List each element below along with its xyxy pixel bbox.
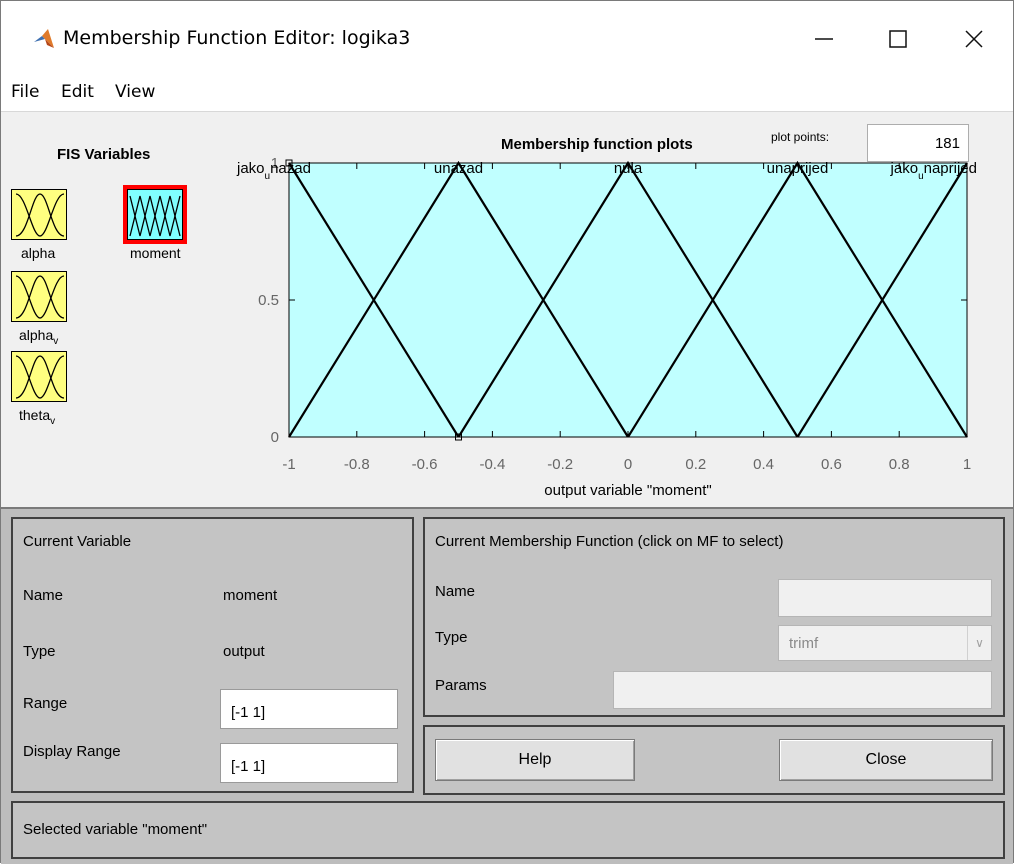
mf-label-main: nula [614, 160, 643, 177]
x-tick-label: -1 [282, 456, 295, 473]
x-tick-label: -0.2 [547, 456, 573, 473]
output-variable-moment[interactable] [123, 185, 187, 244]
window-title: Membership Function Editor: logika3 [63, 27, 411, 49]
menu-view[interactable]: View [115, 82, 155, 102]
range-label: Range [23, 695, 68, 712]
mf-label-main: jako [236, 160, 265, 177]
current-variable-panel: Current Variable Name moment Type output… [11, 517, 414, 793]
x-tick-label: 0.4 [753, 456, 774, 473]
input-variable-alpha-label: alpha [21, 245, 56, 261]
membership-shape-icon [15, 193, 65, 237]
membership-shape-icon [15, 275, 65, 319]
mf-type-select[interactable]: trimf ∨ [778, 625, 992, 661]
output-variable-moment-label: moment [130, 245, 181, 261]
matlab-logo-icon [34, 29, 54, 48]
display-range-label: Display Range [23, 743, 121, 760]
mf-params-input[interactable] [613, 671, 992, 709]
variable-type-value: output [223, 643, 265, 660]
mf-name-label: Name [435, 583, 476, 600]
y-tick-label: 0 [271, 429, 279, 446]
x-tick-label: 0 [624, 456, 632, 473]
mf-label-tail: naprijed [924, 160, 977, 177]
minimize-icon [815, 38, 833, 40]
x-tick-label: 0.2 [685, 456, 706, 473]
plot-points-label: plot points: [771, 130, 830, 144]
x-axis-label: output variable "moment" [544, 482, 711, 499]
input-variable-alpha-v[interactable] [11, 271, 67, 322]
current-mf-panel: Current Membership Function (click on MF… [423, 517, 1005, 717]
variable-name-value: moment [223, 587, 278, 604]
status-text: Selected variable "moment" [23, 821, 208, 838]
x-tick-label: 0.8 [889, 456, 910, 473]
x-tick-label: -0.6 [412, 456, 438, 473]
buttons-panel: Help Close [423, 725, 1005, 795]
display-range-input[interactable]: [-1 1] [220, 743, 398, 783]
input-variable-theta-v-label: thetav [19, 407, 56, 427]
membership-function-editor-window: Membership Function Editor: logika3 File… [0, 0, 1014, 864]
minimize-button[interactable] [801, 15, 847, 63]
current-mf-title: Current Membership Function (click on MF… [435, 533, 784, 550]
status-panel: Selected variable "moment" [11, 801, 1005, 859]
mf-label-main: jako [890, 160, 919, 177]
input-variable-alpha-v-label: alphav [19, 327, 59, 347]
mf-params-label: Params [435, 677, 487, 694]
mf-type-value: trimf [789, 635, 819, 652]
plot-area: FIS Variables alpha moment alphav thetav… [1, 113, 1013, 507]
input-variable-alpha[interactable] [11, 189, 67, 240]
maximize-icon [889, 30, 907, 48]
close-icon [965, 30, 983, 48]
x-tick-label: -0.4 [479, 456, 505, 473]
title-bar: Membership Function Editor: logika3 [1, 1, 1013, 75]
close-window-button[interactable] [951, 15, 997, 63]
control-panel-area: Current Variable Name moment Type output… [1, 507, 1013, 864]
variable-name-label: Name [23, 587, 64, 604]
mf-label-main: unaprijed [767, 160, 829, 177]
menu-edit[interactable]: Edit [61, 82, 94, 102]
mf-label-tail: nazad [270, 160, 311, 177]
current-variable-title: Current Variable [23, 533, 132, 550]
x-tick-label: 1 [963, 456, 971, 473]
menu-file[interactable]: File [11, 82, 39, 102]
membership-shape-icon [15, 355, 65, 399]
membership-function-plot[interactable]: -1 -0.8 -0.6 -0.4 -0.2 0 0.2 0.4 0.6 0.8 100.51jak… [229, 143, 989, 509]
plot-background [288, 162, 968, 438]
triangle-mf-icon [129, 195, 181, 237]
maximize-button[interactable] [875, 15, 921, 63]
mf-label-3: unaprijed [767, 160, 829, 177]
chevron-down-icon: ∨ [967, 626, 991, 660]
variable-type-label: Type [23, 643, 56, 660]
y-tick-label: 0.5 [258, 292, 279, 309]
range-input[interactable]: [-1 1] [220, 689, 398, 729]
fis-variables-title: FIS Variables [57, 146, 151, 163]
mf-label-2: nula [614, 160, 643, 177]
close-button[interactable]: Close [779, 739, 993, 781]
mf-type-label: Type [435, 629, 468, 646]
x-tick-label: -0.8 [344, 456, 370, 473]
x-tick-label: 0.6 [821, 456, 842, 473]
input-variable-theta-v[interactable] [11, 351, 67, 402]
menu-bar: File Edit View [1, 75, 1013, 112]
mf-label-main: unazad [434, 160, 483, 177]
help-button[interactable]: Help [435, 739, 635, 781]
mf-label-1: unazad [434, 160, 483, 177]
mf-name-input[interactable] [778, 579, 992, 617]
